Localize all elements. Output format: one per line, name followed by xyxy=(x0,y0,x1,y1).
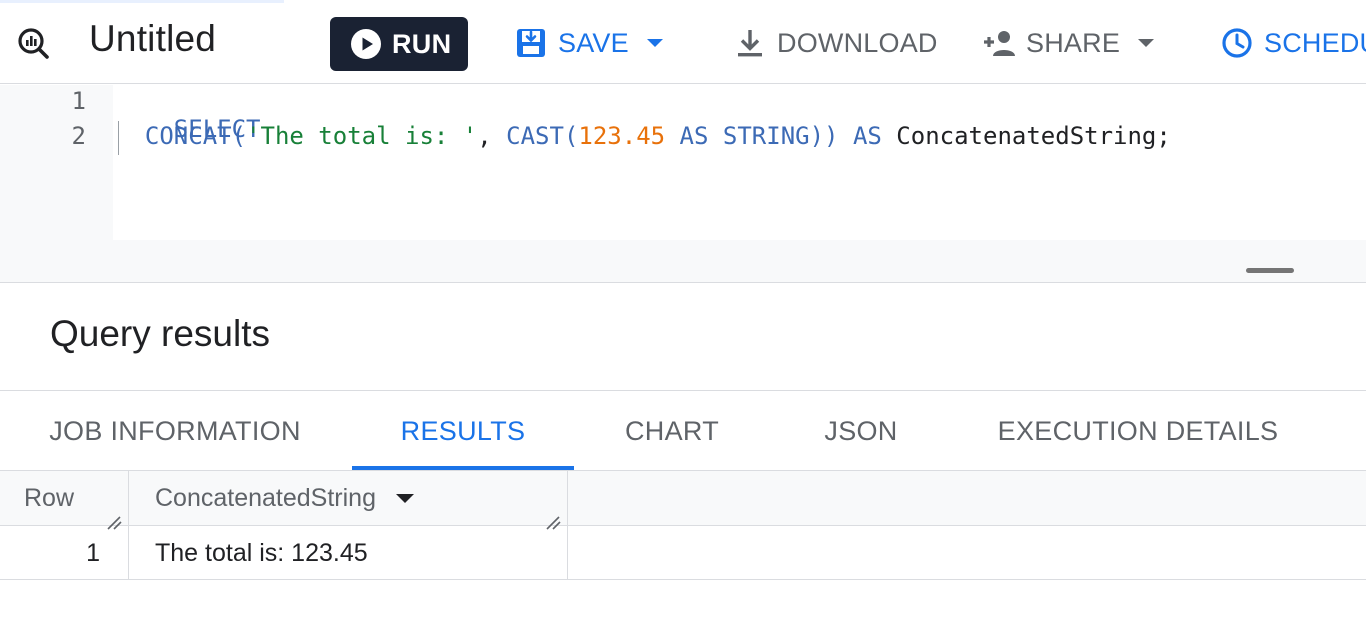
column-header-label: Row xyxy=(24,484,75,512)
sql-function: CONCAT( xyxy=(144,122,247,150)
save-button-label: SAVE xyxy=(558,27,629,58)
add-person-icon xyxy=(982,26,1016,60)
query-icon xyxy=(16,26,50,60)
run-button[interactable]: RUN xyxy=(330,17,468,71)
column-header-concatenatedstring[interactable]: ConcatenatedString xyxy=(129,471,568,530)
sql-editor[interactable]: 1 2 SELECT CONCAT('The total is: ', CAST… xyxy=(0,85,1366,283)
tab-json[interactable]: JSON xyxy=(800,391,922,471)
download-button[interactable]: DOWNLOAD xyxy=(733,22,938,64)
download-button-label: DOWNLOAD xyxy=(777,27,938,58)
run-button-label: RUN xyxy=(392,28,452,59)
query-toolbar: Untitled RUN SAVE DOWNLOAD SHARE SCHED xyxy=(0,0,1366,84)
sql-identifier: ConcatenatedString; xyxy=(896,122,1171,150)
sql-string-literal: 'The total is: ' xyxy=(246,122,478,150)
clock-icon xyxy=(1220,26,1254,60)
sort-dropdown-icon[interactable] xyxy=(395,494,414,503)
save-icon xyxy=(514,26,548,60)
column-header-row[interactable]: Row xyxy=(0,471,129,530)
editor-resize-handle[interactable] xyxy=(1246,268,1294,273)
play-icon xyxy=(350,28,382,60)
chevron-down-icon[interactable] xyxy=(646,39,663,47)
save-button[interactable]: SAVE xyxy=(514,22,663,64)
column-header-label: ConcatenatedString xyxy=(155,484,376,512)
tab-job-information[interactable]: JOB INFORMATION xyxy=(28,391,322,471)
active-tab-underline xyxy=(352,466,574,470)
line-number: 2 xyxy=(71,122,86,150)
share-button-label: SHARE xyxy=(1026,27,1121,58)
table-row[interactable]: 1 The total is: 123.45 xyxy=(0,526,1366,580)
tab-results[interactable]: RESULTS xyxy=(352,391,574,471)
sql-function: CAST( xyxy=(506,122,579,150)
sql-punctuation: , xyxy=(477,122,507,150)
column-resize-icon[interactable] xyxy=(545,508,561,530)
column-resize-icon[interactable] xyxy=(106,508,122,530)
tab-chart[interactable]: CHART xyxy=(604,391,740,471)
editor-code-area[interactable] xyxy=(113,85,1366,240)
code-line-2[interactable]: CONCAT('The total is: ', CAST(123.45 AS … xyxy=(116,122,1171,150)
table-header: Row ConcatenatedString xyxy=(0,471,1366,530)
tab-execution-details[interactable]: EXECUTION DETAILS xyxy=(980,391,1296,471)
results-heading: Query results xyxy=(50,313,271,354)
sql-keyword: AS STRING)) AS xyxy=(665,122,897,150)
results-tabs: JOB INFORMATION RESULTS CHART JSON EXECU… xyxy=(0,390,1366,471)
line-number: 1 xyxy=(71,87,86,115)
table-cell[interactable]: The total is: 123.45 xyxy=(129,526,568,580)
download-icon xyxy=(733,26,767,60)
schedule-button-label: SCHEDU xyxy=(1264,27,1366,58)
sql-number-literal: 123.45 xyxy=(578,122,666,150)
chevron-down-icon[interactable] xyxy=(1138,39,1155,47)
schedule-button[interactable]: SCHEDU xyxy=(1220,22,1366,64)
query-title[interactable]: Untitled xyxy=(89,18,216,60)
row-number-cell: 1 xyxy=(0,526,129,580)
active-tab-indicator xyxy=(0,0,284,3)
share-button[interactable]: SHARE xyxy=(982,22,1155,64)
